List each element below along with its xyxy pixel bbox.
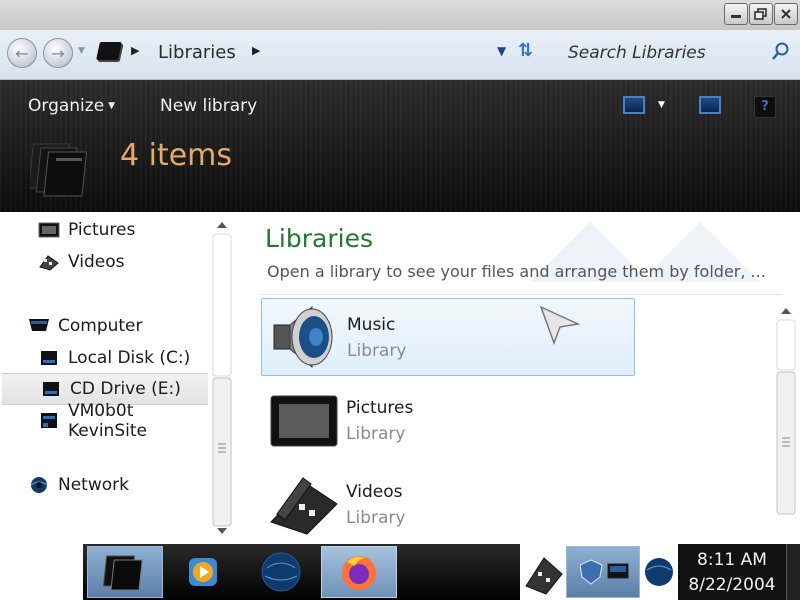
videos-library-icon <box>270 477 338 535</box>
videos-icon <box>39 255 59 271</box>
cd-drive-icon <box>43 382 59 396</box>
back-arrow-icon: ← <box>15 43 29 63</box>
page-subtitle: Open a library to see your files and arr… <box>267 262 766 281</box>
forward-arrow-icon: → <box>51 43 65 63</box>
nav-item-label: CD Drive (E:) <box>70 379 181 399</box>
chevron-down-icon: ▼ <box>108 101 116 111</box>
search-placeholder: Search Libraries <box>568 43 706 63</box>
scroll-thumb[interactable] <box>776 371 796 515</box>
nav-item-label: Network <box>58 475 129 495</box>
item-count: 4 items <box>120 138 233 173</box>
breadcrumb-chevron-icon[interactable]: ▶ <box>131 44 139 57</box>
scroll-up-icon[interactable] <box>781 308 791 314</box>
computer-icon <box>29 319 49 331</box>
nav-item-label: Computer <box>58 316 143 336</box>
music-library-icon <box>273 305 333 369</box>
notification-area <box>520 544 678 600</box>
media-player-icon <box>189 558 217 586</box>
navigation-pane: Pictures Videos Computer Local Disk (C:)… <box>0 212 238 544</box>
refresh-icon[interactable]: ⇅ <box>518 40 533 61</box>
view-options-chevron-icon[interactable]: ▼ <box>658 100 665 110</box>
firefox-icon <box>342 556 376 590</box>
back-button[interactable]: ← <box>7 38 37 68</box>
address-bar: ← → ▼ ▶ Libraries ▶ ▼ ⇅ Search Libraries <box>0 30 800 80</box>
restore-icon <box>754 8 767 20</box>
taskbar: 8:11 AM 8/22/2004 <box>0 544 800 600</box>
content-scrollbar[interactable] <box>775 304 797 522</box>
libraries-breadcrumb-icon[interactable] <box>96 42 122 60</box>
network-tray-icon[interactable] <box>642 548 676 596</box>
taskbar-media-player-button[interactable] <box>165 546 241 598</box>
navigation-scrollbar[interactable] <box>211 218 233 536</box>
new-library-button[interactable]: New library <box>160 96 257 116</box>
libraries-icon <box>102 555 143 591</box>
breadcrumb-chevron-icon[interactable]: ▶ <box>252 44 260 57</box>
divider <box>260 294 782 295</box>
monitor-icon <box>607 563 629 579</box>
title-bar <box>0 0 800 30</box>
taskbar-explorer-button[interactable] <box>87 546 163 598</box>
taskbar-firefox-button[interactable] <box>321 546 397 598</box>
library-type: Library <box>347 341 407 361</box>
page-title: Libraries <box>265 224 373 253</box>
window-controls <box>724 3 798 25</box>
clock-date: 8/22/2004 <box>688 575 776 595</box>
preview-pane-icon[interactable] <box>699 96 721 114</box>
nav-item-label: Local Disk (C:) <box>68 348 191 368</box>
command-bar: Organize ▼ New library ▼ ? 4 items <box>0 80 800 212</box>
shield-icon <box>579 559 603 585</box>
restore-button[interactable] <box>749 3 773 25</box>
taskbar-buttons <box>83 544 520 600</box>
mouse-cursor-icon <box>539 305 581 346</box>
libraries-large-icon <box>30 143 88 197</box>
content-pane: Libraries Open a library to see your fil… <box>238 212 800 544</box>
change-view-icon[interactable] <box>623 96 645 114</box>
search-icon[interactable] <box>770 41 790 63</box>
minimize-icon <box>731 15 741 18</box>
taskbar-globe-button[interactable] <box>243 546 319 598</box>
address-dropdown-icon[interactable]: ▼ <box>497 44 506 58</box>
system-clock[interactable]: 8:11 AM 8/22/2004 <box>678 544 786 600</box>
library-type: Library <box>346 508 406 528</box>
nav-item-network[interactable]: Network <box>0 469 210 501</box>
close-icon <box>781 9 791 19</box>
library-name: Pictures <box>346 398 414 418</box>
library-name: Music <box>347 315 396 335</box>
show-desktop-button[interactable] <box>786 544 800 600</box>
search-input[interactable]: Search Libraries <box>556 38 796 70</box>
help-icon[interactable]: ? <box>754 96 776 118</box>
pictures-icon <box>38 222 60 238</box>
nav-item-label: Pictures <box>68 220 136 240</box>
local-disk-icon <box>41 351 57 365</box>
nav-item-label: VM0b0t KevinSite <box>68 401 147 441</box>
library-item-videos[interactable]: Videos Library <box>261 466 635 544</box>
organize-button[interactable]: Organize ▼ <box>28 96 115 116</box>
forward-button[interactable]: → <box>43 38 73 68</box>
nav-item-label: Videos <box>68 252 125 272</box>
library-item-pictures[interactable]: Pictures Library <box>261 382 635 460</box>
nav-item-local-disk[interactable]: Local Disk (C:) <box>0 342 210 374</box>
organize-label: Organize <box>28 96 105 116</box>
clock-time: 8:11 AM <box>697 550 767 570</box>
network-drive-icon <box>41 413 57 428</box>
globe-icon <box>261 552 301 592</box>
nav-item-videos[interactable]: Videos <box>0 246 210 278</box>
video-tray-icon[interactable] <box>522 548 566 596</box>
recent-pages-dropdown-icon[interactable]: ▼ <box>78 46 85 56</box>
pictures-library-icon <box>270 395 338 447</box>
scroll-down-icon[interactable] <box>217 528 227 534</box>
library-name: Videos <box>346 482 403 502</box>
scroll-up-icon[interactable] <box>217 222 227 228</box>
tray-active-button[interactable] <box>566 546 640 598</box>
nav-item-network-drive[interactable]: VM0b0t KevinSite <box>0 401 210 441</box>
minimize-button[interactable] <box>724 3 748 25</box>
nav-item-computer[interactable]: Computer <box>0 310 210 342</box>
close-button[interactable] <box>774 3 798 25</box>
library-type: Library <box>346 424 406 444</box>
network-icon <box>30 477 48 493</box>
breadcrumb-libraries[interactable]: Libraries <box>158 42 236 63</box>
nav-item-pictures[interactable]: Pictures <box>0 214 210 246</box>
